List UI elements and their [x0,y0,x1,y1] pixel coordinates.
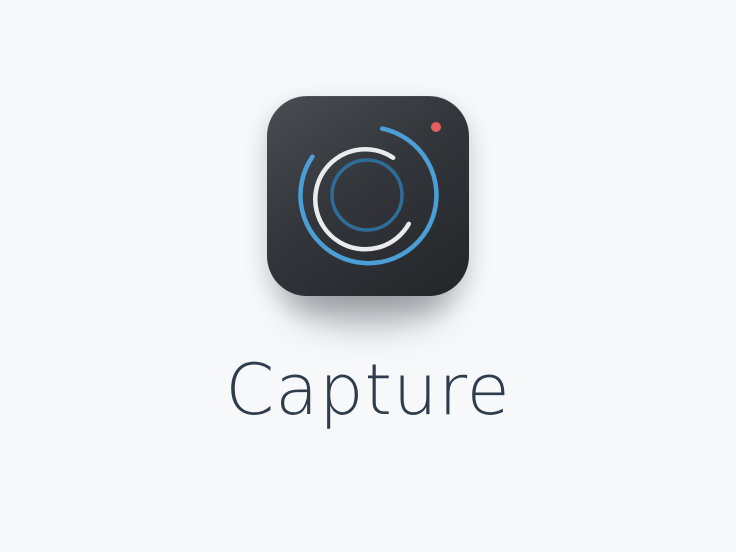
app-wordmark: Capture [225,349,511,431]
camera-lens-icon [298,122,441,266]
middle-lens-ring [313,147,412,252]
inner-lens-ring [330,158,404,232]
capture-app-icon[interactable] [267,96,469,296]
app-showcase: Capture [0,0,736,552]
record-indicator-dot [431,122,441,132]
